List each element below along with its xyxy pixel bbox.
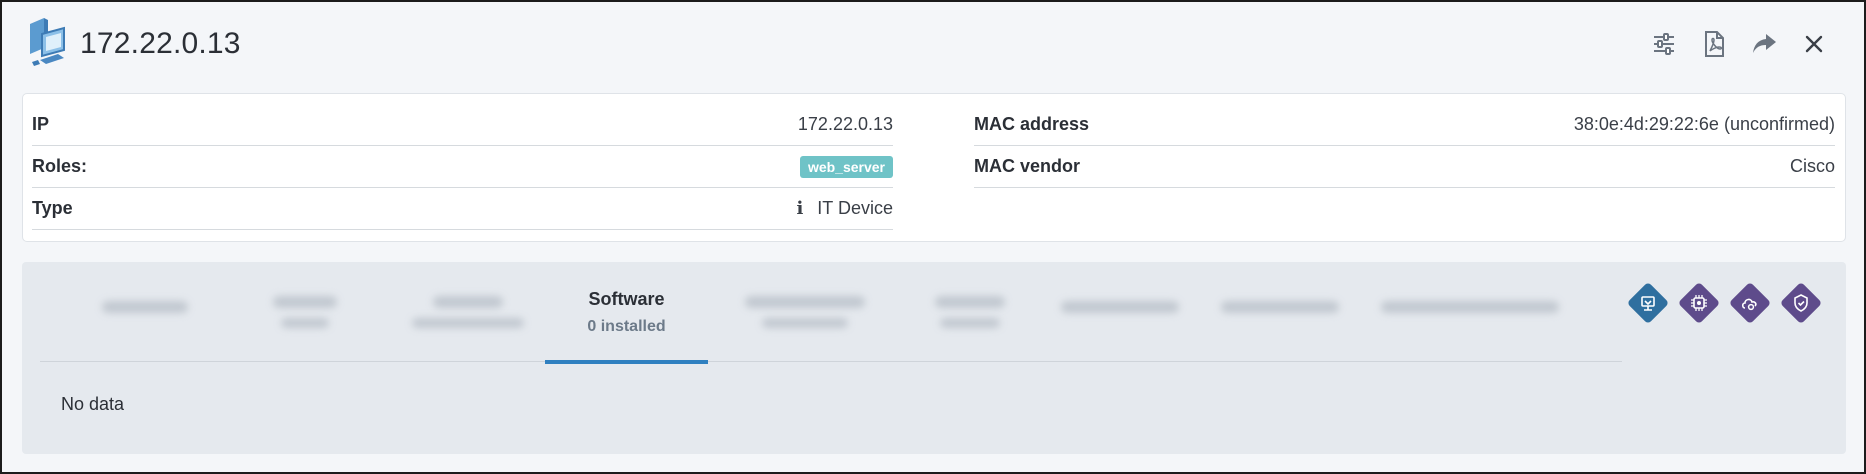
blurred-tab-title	[432, 296, 503, 308]
tab-blurred[interactable]	[1050, 262, 1190, 362]
shield-icon	[1794, 294, 1808, 312]
network-icon	[1641, 296, 1655, 311]
device-detail-window: 172.22.0.13 IP 172.22.0.13 Roles: web_se…	[0, 0, 1866, 474]
tab-software[interactable]: Software 0 installed	[545, 262, 708, 364]
header: 172.22.0.13	[26, 18, 1840, 70]
info-row-mac-address: MAC address 38:0e:4d:29:22:6e (unconfirm…	[974, 104, 1835, 146]
info-icon[interactable]: i	[796, 198, 803, 219]
tab-blurred[interactable]	[90, 262, 200, 362]
blurred-tab-title	[102, 301, 188, 313]
network-badge[interactable]	[1626, 281, 1670, 325]
tab-blurred[interactable]	[250, 262, 360, 362]
blurred-tab-title	[1381, 301, 1559, 313]
page-title: 172.22.0.13	[80, 27, 241, 60]
blurred-tab-subtitle	[940, 318, 1000, 328]
share-icon	[1753, 34, 1776, 53]
blurred-tab-title	[273, 296, 337, 308]
role-badge[interactable]: web_server	[799, 155, 893, 178]
info-label: MAC vendor	[974, 156, 1081, 176]
blurred-tab-title	[935, 296, 1005, 308]
close-button[interactable]	[1796, 26, 1832, 62]
info-value-mac-address: 38:0e:4d:29:22:6e (unconfirmed)	[1573, 114, 1835, 134]
blurred-tab-title	[745, 296, 865, 308]
info-row-ip: IP 172.22.0.13	[32, 104, 893, 146]
info-value-roles: web_server	[799, 155, 893, 178]
info-row-roles: Roles: web_server	[32, 146, 893, 188]
close-icon	[1805, 35, 1823, 53]
header-actions	[1632, 18, 1832, 70]
blurred-tab-title	[1221, 301, 1339, 313]
chip-badge[interactable]	[1677, 281, 1721, 325]
info-value-mac-vendor: Cisco	[1789, 156, 1835, 176]
device-info-card: IP 172.22.0.13 Roles: web_server Type i …	[22, 93, 1846, 242]
export-pdf-button[interactable]	[1696, 26, 1732, 62]
info-label: MAC address	[974, 114, 1090, 134]
chip-icon	[1691, 295, 1707, 311]
cloud-badge[interactable]	[1728, 281, 1772, 325]
tab-bar: Software 0 installed	[40, 262, 1622, 364]
computer-device-icon	[30, 18, 65, 66]
cloud-gear-icon	[1741, 298, 1757, 311]
tabs-panel: Software 0 installed No data	[22, 262, 1846, 454]
info-label: Roles:	[32, 156, 88, 176]
tab-blurred[interactable]	[730, 262, 880, 362]
blurred-tab-subtitle	[281, 318, 329, 328]
tab-blurred[interactable]	[400, 262, 535, 362]
sliders-icon	[1654, 33, 1674, 55]
blurred-tab-title	[1061, 301, 1179, 313]
blurred-tab-subtitle	[411, 318, 524, 328]
info-column-right: MAC address 38:0e:4d:29:22:6e (unconfirm…	[974, 104, 1835, 188]
tab-blurred[interactable]	[1370, 262, 1570, 362]
info-value-ip: 172.22.0.13	[797, 114, 893, 134]
tab-blurred[interactable]	[1210, 262, 1350, 362]
info-label: Type	[32, 198, 73, 218]
pdf-icon	[1705, 31, 1724, 57]
tab-title: Software	[588, 288, 665, 309]
settings-button[interactable]	[1646, 26, 1682, 62]
active-tab-indicator	[545, 360, 708, 364]
info-column-left: IP 172.22.0.13 Roles: web_server Type i …	[32, 104, 893, 230]
info-row-type: Type i IT Device	[32, 188, 893, 230]
tab-blurred[interactable]	[910, 262, 1030, 362]
info-row-mac-vendor: MAC vendor Cisco	[974, 146, 1835, 188]
empty-state-text: No data	[61, 394, 125, 414]
blurred-tab-subtitle	[762, 318, 848, 328]
info-label: IP	[32, 114, 50, 134]
type-text: IT Device	[817, 198, 893, 218]
security-badge[interactable]	[1779, 281, 1823, 325]
info-value-type: i IT Device	[796, 198, 893, 219]
feature-badges	[1618, 281, 1823, 325]
tab-subtitle: 0 installed	[587, 317, 666, 335]
share-button[interactable]	[1746, 26, 1782, 62]
